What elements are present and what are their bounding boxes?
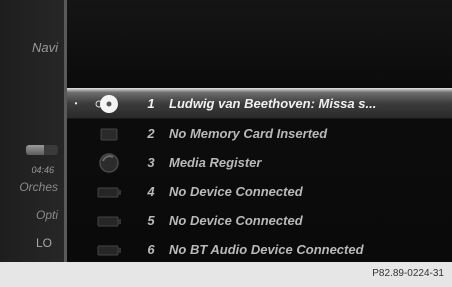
selected-bullet: • — [74, 99, 78, 108]
navi-label: Navi — [31, 40, 58, 55]
source-item-2[interactable]: 2 No Memory Card Inserted — [67, 119, 452, 148]
source-number: 2 — [147, 126, 155, 141]
background-main-panel: Navi 04:46 Orches Opti LO — [0, 0, 64, 262]
source-label: Ludwig van Beethoven: Missa s... — [169, 96, 377, 111]
source-label: Media Register — [169, 155, 262, 170]
source-number: 6 — [147, 242, 155, 257]
source-label: No BT Audio Device Connected — [169, 242, 364, 257]
source-item-4[interactable]: 4 No Device Connected — [67, 177, 452, 206]
track-progress-bar — [26, 145, 58, 155]
source-label: No Device Connected — [169, 213, 303, 228]
source-item-6[interactable]: 6 No BT Audio Device Connected — [67, 235, 452, 262]
track-progress-fill — [26, 145, 44, 155]
source-number: 5 — [147, 213, 155, 228]
media-source-list: • 1 Ludwig van Beethoven: Missa s... 2 N… — [67, 88, 452, 262]
media-register-icon — [85, 152, 133, 173]
media-source-screen: Navi 04:46 Orches Opti LO • 1 Ludwig van… — [0, 0, 452, 262]
source-item-3[interactable]: 3 Media Register — [67, 148, 452, 177]
source-label: No Device Connected — [169, 184, 303, 199]
figure-code: P82.89-0224-31 — [372, 268, 444, 279]
device-icon — [85, 182, 133, 202]
source-number: 1 — [147, 96, 155, 111]
top-panel — [67, 0, 452, 88]
device-icon — [85, 211, 133, 231]
orchestra-label: Orches — [19, 180, 58, 194]
source-item-5[interactable]: 5 No Device Connected — [67, 206, 452, 235]
track-time: 04:46 — [31, 165, 54, 175]
source-number: 3 — [147, 155, 155, 170]
caption-bar: P82.89-0224-31 — [0, 262, 452, 287]
source-item-1[interactable]: • 1 Ludwig van Beethoven: Missa s... — [67, 88, 452, 119]
memory-card-icon — [85, 124, 133, 144]
bt-audio-icon — [85, 240, 133, 260]
source-number: 4 — [147, 184, 155, 199]
options-label: Opti — [35, 208, 58, 222]
lo-label: LO — [35, 236, 52, 250]
source-label: No Memory Card Inserted — [169, 126, 328, 141]
disc-icon — [85, 94, 133, 114]
